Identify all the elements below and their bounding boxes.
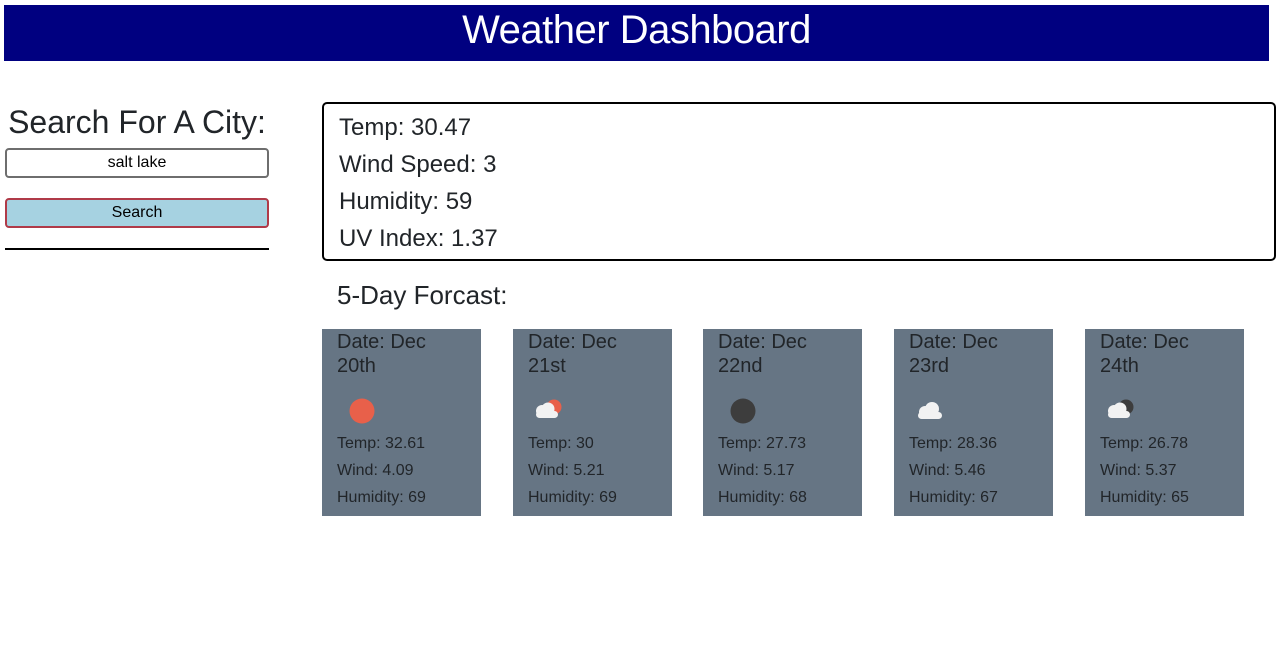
forecast-card: Date: Dec 24th Temp: 26.78 Wind: 5.37 Hu… [1085,329,1244,516]
page-title: Weather Dashboard [4,5,1269,61]
forecast-heading: 5-Day Forcast: [337,280,508,310]
forecast-date: Date: Dec 23rd [909,331,998,377]
forecast-humidity: Humidity: 65 [1100,489,1189,506]
forecast-humidity: Humidity: 69 [528,489,617,506]
forecast-date: Date: Dec 21st [528,331,617,377]
sun-icon [337,396,377,426]
current-wind-speed: Wind Speed: 3 [339,151,497,178]
current-temp: Temp: 30.47 [339,114,472,141]
forecast-humidity: Humidity: 68 [718,489,807,506]
forecast-date: Date: Dec 20th [337,331,426,377]
forecast-humidity: Humidity: 69 [337,489,426,506]
forecast-temp: Temp: 28.36 [909,435,998,452]
sidebar-divider [5,248,269,250]
forecast-temp: Temp: 32.61 [337,435,426,452]
current-humidity: Humidity: 59 [339,188,473,215]
forecast-wind: Wind: 5.46 [909,462,986,479]
city-search-input[interactable] [5,148,269,178]
cloud-icon [909,396,949,426]
search-sidebar: Search For A City: Search [5,100,269,250]
current-uv-index: UV Index: 1.37 [339,225,498,252]
forecast-date: Date: Dec 24th [1100,331,1189,377]
search-heading: Search For A City: [8,104,266,140]
forecast-wind: Wind: 4.09 [337,462,414,479]
partly-cloudy-night-icon [1100,396,1140,426]
forecast-temp: Temp: 27.73 [718,435,807,452]
search-button[interactable]: Search [5,198,269,228]
partly-cloudy-day-icon [528,396,568,426]
forecast-card: Date: Dec 21st Temp: 30 Wind: 5.21 Humid… [513,329,672,516]
forecast-wind: Wind: 5.17 [718,462,795,479]
current-weather-panel: Temp: 30.47 Wind Speed: 3 Humidity: 59 U… [322,102,1276,261]
moon-icon [718,396,758,426]
forecast-wind: Wind: 5.21 [528,462,605,479]
forecast-date: Date: Dec 22nd [718,331,807,377]
forecast-temp: Temp: 30 [528,435,594,452]
forecast-card: Date: Dec 23rd Temp: 28.36 Wind: 5.46 Hu… [894,329,1053,516]
forecast-wind: Wind: 5.37 [1100,462,1177,479]
forecast-humidity: Humidity: 67 [909,489,998,506]
forecast-card: Date: Dec 22nd Temp: 27.73 Wind: 5.17 Hu… [703,329,862,516]
forecast-card: Date: Dec 20th Temp: 32.61 Wind: 4.09 Hu… [322,329,481,516]
forecast-temp: Temp: 26.78 [1100,435,1189,452]
